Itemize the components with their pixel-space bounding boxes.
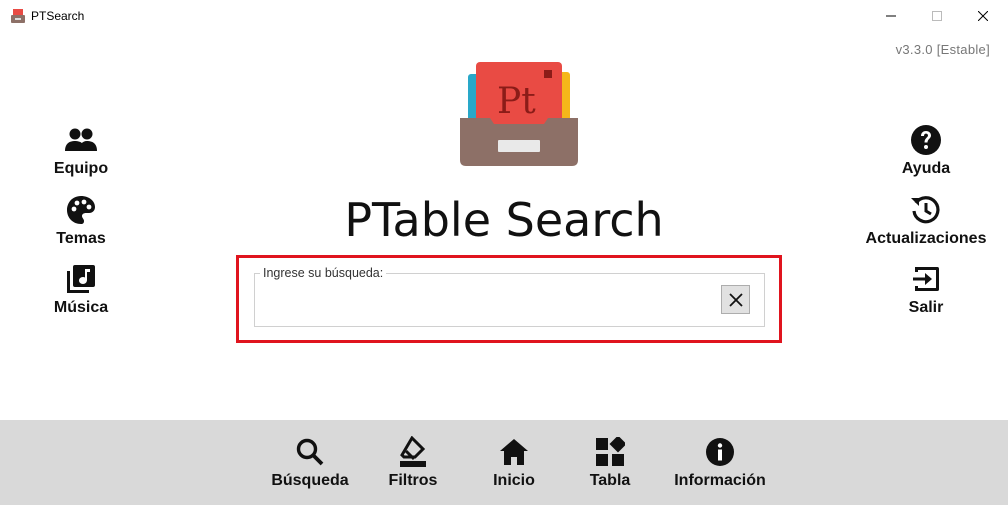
exit-icon (909, 262, 943, 296)
nav-table-label: Tabla (589, 472, 631, 489)
exit-button[interactable]: Salir (856, 262, 996, 324)
music-library-icon (64, 262, 98, 296)
minimize-icon (886, 15, 896, 16)
version-label: v3.3.0 [Estable] (895, 42, 990, 57)
nav-table-button[interactable]: Tabla (550, 436, 670, 496)
title-bar: PTSearch (0, 0, 1008, 31)
help-icon (909, 123, 943, 157)
close-button[interactable] (960, 0, 1006, 31)
window-title: PTSearch (31, 9, 85, 23)
nav-search-button[interactable]: Búsqueda (250, 436, 370, 496)
team-label: Equipo (53, 160, 109, 177)
nav-search-label: Búsqueda (271, 472, 349, 489)
clear-icon (728, 292, 743, 307)
music-label: Música (53, 299, 109, 316)
exit-label: Salir (908, 299, 944, 316)
minimize-button[interactable] (868, 0, 914, 31)
logo-text: Pt (497, 81, 536, 122)
help-label: Ayuda (901, 160, 951, 177)
nav-home-label: Inicio (493, 472, 535, 489)
search-icon (294, 436, 326, 468)
help-button[interactable]: Ayuda (856, 123, 996, 185)
nav-filters-label: Filtros (388, 472, 438, 489)
search-input[interactable] (263, 286, 717, 316)
close-icon (978, 10, 988, 21)
people-icon (64, 123, 98, 157)
search-group: Ingrese su búsqueda: (254, 266, 765, 327)
maximize-icon (932, 10, 942, 21)
nav-info-button[interactable]: Información (660, 436, 780, 496)
app-title: PTable Search (344, 193, 664, 247)
nav-info-label: Información (674, 472, 766, 489)
ptable-logo: Pt (460, 62, 578, 166)
ptsearch-app-icon (11, 9, 25, 23)
clear-search-button[interactable] (721, 285, 750, 314)
search-legend: Ingrese su búsqueda: (260, 266, 387, 280)
info-icon (704, 436, 736, 468)
filter-eraser-icon (397, 436, 429, 468)
team-button[interactable]: Equipo (11, 123, 151, 185)
maximize-button[interactable] (914, 0, 960, 31)
grid-icon (594, 436, 626, 468)
home-icon (498, 436, 530, 468)
music-button[interactable]: Música (11, 262, 151, 324)
